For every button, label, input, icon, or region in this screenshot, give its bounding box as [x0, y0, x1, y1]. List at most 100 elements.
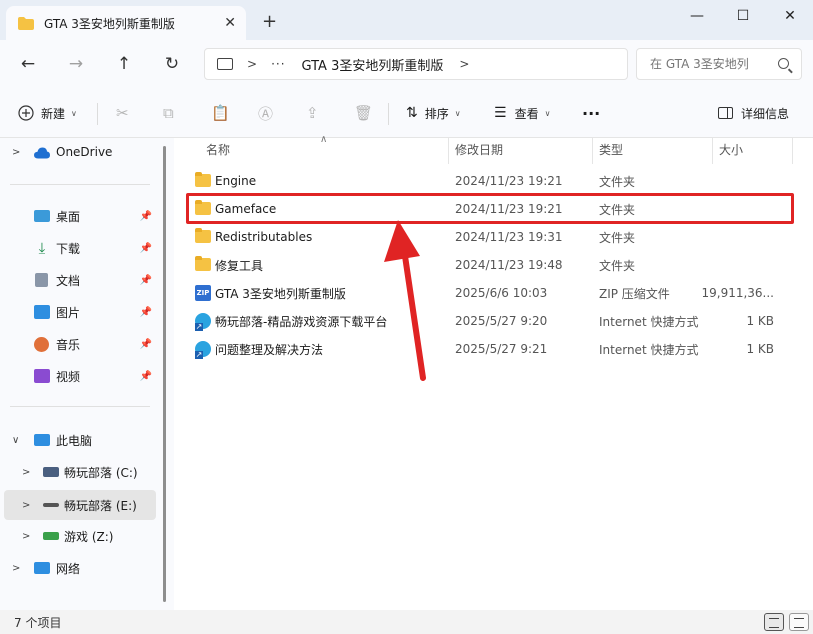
- up-button[interactable]: ↑: [110, 52, 138, 76]
- sidebar-scrollbar[interactable]: [158, 138, 174, 610]
- chevron-right-icon[interactable]: >: [12, 563, 20, 574]
- sidebar-item-pictures[interactable]: 图片 📌: [0, 298, 156, 326]
- column-separator[interactable]: [712, 138, 713, 164]
- sidebar-item-videos[interactable]: 视频 📌: [0, 362, 156, 390]
- sidebar-item-onedrive[interactable]: > OneDrive: [0, 138, 156, 166]
- tiles-view-button[interactable]: [789, 613, 809, 631]
- pin-icon[interactable]: 📌: [140, 339, 152, 350]
- file-row[interactable]: 畅玩部落-精品游戏资源下载平台 2025/5/27 9:20 Internet …: [186, 307, 790, 335]
- pin-icon[interactable]: 📌: [140, 307, 152, 318]
- chevron-down-icon[interactable]: ∨: [12, 435, 19, 446]
- search-box[interactable]: [636, 48, 802, 80]
- divider: [10, 184, 150, 185]
- sidebar-item-this-pc[interactable]: ∨ 此电脑: [0, 426, 156, 454]
- music-icon: [34, 336, 49, 352]
- file-row[interactable]: ZIP GTA 3圣安地列斯重制版 2025/6/6 10:03 ZIP 压缩文…: [186, 279, 790, 307]
- column-header-size[interactable]: 大小: [719, 138, 743, 162]
- file-type: 文件夹: [599, 174, 636, 189]
- column-header-type[interactable]: 类型: [599, 138, 623, 162]
- pin-icon[interactable]: 📌: [140, 371, 152, 382]
- chevron-right-icon[interactable]: >: [247, 57, 257, 71]
- view-button[interactable]: ☰ 查看 ∨: [494, 101, 550, 125]
- copy-icon[interactable]: ⧉: [163, 101, 174, 125]
- command-bar: 新建 ∨ ✂ ⧉ 📋 Ⓐ ⇪ 🗑 ⇅ 排序 ∨ ☰ 查看 ∨ ··· 详细信息: [0, 88, 813, 138]
- column-header-name[interactable]: 名称: [206, 138, 230, 162]
- breadcrumb-current[interactable]: GTA 3圣安地列斯重制版: [302, 55, 444, 74]
- refresh-button[interactable]: ↻: [158, 52, 186, 76]
- column-header-date[interactable]: 修改日期: [455, 138, 503, 162]
- more-options-button[interactable]: ···: [582, 101, 600, 125]
- sidebar-item-drive-c[interactable]: > 畅玩部落 (C:): [0, 458, 156, 486]
- file-row[interactable]: 问题整理及解决方法 2025/5/27 9:21 Internet 快捷方式 1…: [186, 335, 790, 363]
- pictures-icon: [34, 305, 50, 319]
- sort-button[interactable]: ⇅ 排序 ∨: [406, 101, 461, 125]
- sidebar-item-label: 下载: [56, 241, 81, 256]
- back-button[interactable]: ←: [14, 52, 42, 76]
- drive-z-icon: [43, 532, 59, 540]
- new-tab-button[interactable]: +: [262, 11, 277, 32]
- details-view-button[interactable]: [764, 613, 784, 631]
- title-bar: GTA 3圣安地列斯重制版 ✕ + — ☐ ✕: [0, 0, 813, 40]
- pin-icon[interactable]: 📌: [140, 211, 152, 222]
- chevron-right-icon[interactable]: >: [22, 467, 30, 478]
- sidebar-item-label: 桌面: [56, 209, 81, 224]
- search-input[interactable]: [650, 57, 770, 71]
- tab-close-icon[interactable]: ✕: [224, 15, 236, 31]
- sidebar-item-drive-e[interactable]: > 畅玩部落 (E:): [4, 490, 156, 520]
- sidebar-item-label: 文档: [56, 273, 81, 288]
- video-icon: [34, 369, 50, 383]
- file-name: GTA 3圣安地列斯重制版: [215, 286, 346, 301]
- paste-icon[interactable]: 📋: [211, 101, 230, 125]
- chevron-right-icon[interactable]: >: [22, 531, 30, 542]
- file-row[interactable]: 修复工具 2024/11/23 19:48 文件夹: [186, 251, 790, 279]
- file-type: 文件夹: [599, 202, 636, 217]
- folder-icon: [195, 256, 211, 271]
- close-window-button[interactable]: ✕: [767, 4, 813, 28]
- rename-icon[interactable]: Ⓐ: [258, 101, 273, 125]
- pin-icon[interactable]: 📌: [140, 275, 152, 286]
- column-separator[interactable]: [792, 138, 793, 164]
- sidebar-item-label: 游戏 (Z:): [64, 529, 114, 544]
- chevron-right-icon[interactable]: >: [12, 147, 20, 158]
- sidebar-item-drive-z[interactable]: > 游戏 (Z:): [0, 522, 156, 550]
- new-button[interactable]: 新建 ∨: [18, 101, 77, 125]
- pin-icon[interactable]: 📌: [140, 243, 152, 254]
- sidebar-item-network[interactable]: > 网络: [0, 554, 156, 582]
- delete-icon[interactable]: 🗑: [354, 101, 373, 125]
- network-icon: [34, 562, 50, 574]
- sidebar-item-documents[interactable]: 文档 📌: [0, 266, 156, 294]
- download-icon: ⤓: [38, 239, 46, 257]
- folder-icon: [18, 16, 34, 30]
- file-row[interactable]: Redistributables 2024/11/23 19:31 文件夹: [186, 223, 790, 251]
- details-button[interactable]: 详细信息: [718, 101, 789, 125]
- separator: [97, 103, 98, 125]
- minimize-button[interactable]: —: [674, 4, 720, 28]
- cut-icon[interactable]: ✂: [116, 101, 129, 125]
- sidebar-item-desktop[interactable]: 桌面 📌: [0, 202, 156, 230]
- sidebar-item-downloads[interactable]: ⤓ 下载 📌: [0, 234, 156, 262]
- file-type: ZIP 压缩文件: [599, 286, 670, 301]
- scrollbar-thumb[interactable]: [163, 146, 166, 602]
- view-label: 查看: [514, 106, 539, 121]
- chevron-right-icon[interactable]: >: [459, 57, 469, 71]
- file-size: 1 KB: [746, 342, 774, 356]
- forward-button[interactable]: →: [62, 52, 90, 76]
- computer-icon: [217, 58, 233, 70]
- tab-current[interactable]: GTA 3圣安地列斯重制版 ✕: [6, 6, 246, 40]
- address-overflow-button[interactable]: ···: [271, 57, 285, 71]
- column-separator[interactable]: [592, 138, 593, 164]
- address-bar[interactable]: > ··· GTA 3圣安地列斯重制版 >: [204, 48, 628, 80]
- navigation-bar: ← → ↑ ↻ > ··· GTA 3圣安地列斯重制版 >: [0, 40, 813, 88]
- sidebar-item-label: 畅玩部落 (E:): [64, 498, 137, 513]
- cloud-icon: [34, 147, 50, 159]
- file-row[interactable]: Engine 2024/11/23 19:21 文件夹: [186, 167, 790, 195]
- file-row[interactable]: Gameface 2024/11/23 19:21 文件夹: [186, 195, 790, 223]
- column-separator[interactable]: [448, 138, 449, 164]
- chevron-right-icon[interactable]: >: [22, 500, 30, 511]
- sidebar-item-music[interactable]: 音乐 📌: [0, 330, 156, 358]
- search-icon[interactable]: [778, 58, 789, 69]
- share-icon[interactable]: ⇪: [306, 101, 319, 125]
- sidebar-item-label: 此电脑: [56, 433, 93, 448]
- zip-file-icon: ZIP: [195, 285, 211, 301]
- maximize-button[interactable]: ☐: [720, 4, 766, 28]
